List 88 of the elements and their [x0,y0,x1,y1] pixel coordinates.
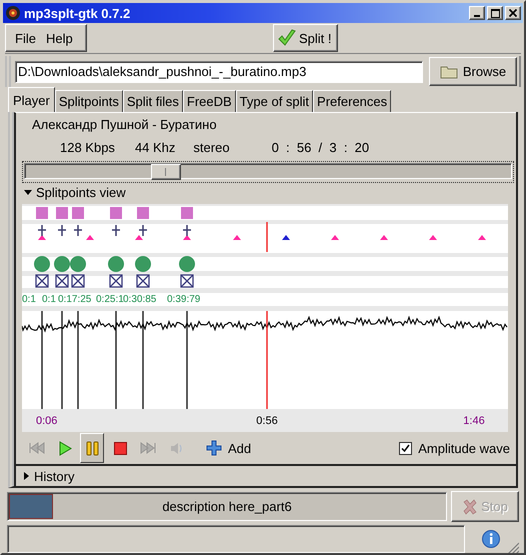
time-label: 0:06 [36,415,58,427]
splitpoint-delete-icon[interactable] [136,274,150,288]
skip-forward-icon [140,440,156,456]
playhead-line [266,222,268,252]
splitpoint-time: 0:1 [22,294,36,305]
tab[interactable]: Split files [122,90,183,112]
tab[interactable]: FreeDB [182,90,236,112]
bitrate-label: 128 Kbps [60,140,115,154]
splitpoint-time: 0:17:25 [58,294,92,305]
splitpoint-marker[interactable] [137,207,149,219]
splitpoint-time: 0:30:85 [123,294,156,305]
checkmark-icon [277,28,297,48]
cross-icon [462,498,478,514]
pause-button[interactable] [80,433,104,463]
splitpoint-dot[interactable] [179,256,195,272]
splitpoint-delete-icon[interactable] [55,274,69,288]
splitpoint-dot[interactable] [54,256,70,272]
splitpoint-marker[interactable] [110,207,122,219]
tick-marker-icon [380,235,388,240]
splitpoint-dot[interactable] [34,256,50,272]
skip-back-icon [28,440,44,456]
add-button[interactable]: Add [206,440,252,456]
amplitude-checkbox[interactable] [399,442,412,454]
browse-button[interactable]: Browse [429,57,517,86]
splitpoint-marker[interactable] [181,207,193,219]
splitpoint-dot[interactable] [108,256,124,272]
splitpoint-time: 0:1 [42,294,56,305]
tick-marker-icon [86,235,94,240]
splitpoint-marker[interactable] [36,207,48,219]
info-icon [481,529,501,549]
splitpoint-delete-icon[interactable] [35,274,49,288]
splitpoint-delete-icon[interactable] [109,274,123,288]
history-toggle[interactable]: History [34,468,74,484]
menu-item[interactable]: File [10,30,41,46]
tick-marker-icon [429,235,437,240]
resize-grip-icon [507,542,519,553]
splitpoint-marker[interactable] [56,207,68,219]
folder-icon [440,64,458,78]
tick-marker-icon [135,235,143,240]
splitpoint-marker[interactable] [72,207,84,219]
tick-marker-icon [233,235,241,240]
splitpoints-view-toggle[interactable]: Splitpoints view [36,184,126,200]
window-title: mp3splt-gtk 0.7.2 [24,6,132,20]
slider-thumb[interactable] [150,164,181,180]
checkmark-icon [401,444,410,452]
app-icon [5,5,21,21]
splitpoint-handle[interactable] [73,224,83,237]
tab[interactable]: Splitpoints [54,90,123,112]
tab[interactable]: Type of split [236,90,314,112]
splitpoint-handle[interactable] [111,224,121,237]
checkbox-label[interactable]: Amplitude wave [418,440,510,456]
time-label: 0:56 [256,415,278,427]
progress-label: description here_part6 [162,499,292,514]
time-label: 1:46 [463,415,485,427]
pause-icon [84,440,100,456]
maximize-icon [490,8,500,18]
splitpoint-time: 0:39:79 [167,294,200,305]
tick-marker-icon [38,235,46,240]
frequency-label: 44 Khz [134,140,176,154]
tick-marker-icon [183,235,191,240]
splitpoint-handle[interactable] [37,224,47,237]
song-title: Александр Пушной - Буратино [32,116,217,132]
tick-marker-icon [331,235,339,240]
minimize-icon [474,15,480,17]
minimize-button[interactable] [469,6,485,20]
splitpoint-time: 0:25:1 [96,294,124,305]
splitpoint-handle[interactable] [182,224,192,237]
splitpoint-delete-icon[interactable] [180,274,194,288]
splitpoint-handle[interactable] [138,224,148,237]
splitpoint-dot[interactable] [135,256,151,272]
maximize-button[interactable] [487,6,503,20]
close-icon [509,9,517,17]
splitpoint-delete-icon[interactable] [71,274,85,288]
splitpoint-handle[interactable] [57,224,67,237]
plus-icon [206,440,222,456]
tick-marker-icon [478,235,486,240]
stop-icon [112,440,128,456]
close-button[interactable] [505,6,521,20]
split-button[interactable]: Split ! [273,24,338,52]
file-path-field[interactable]: D:\Downloads\aleksandr_pushnoi_-_buratino.mp3 [15,60,423,82]
tab[interactable]: Preferences [313,90,392,112]
tab[interactable]: Player [8,87,55,112]
channel-mode-label: stereo [193,140,230,154]
position-slider[interactable] [24,163,512,179]
splitpoint-dot[interactable] [70,256,86,272]
menu-item[interactable]: Help [40,30,78,46]
time-display: 0 : 56 / 3 : 20 [272,140,370,154]
tick-marker-icon [282,235,290,240]
